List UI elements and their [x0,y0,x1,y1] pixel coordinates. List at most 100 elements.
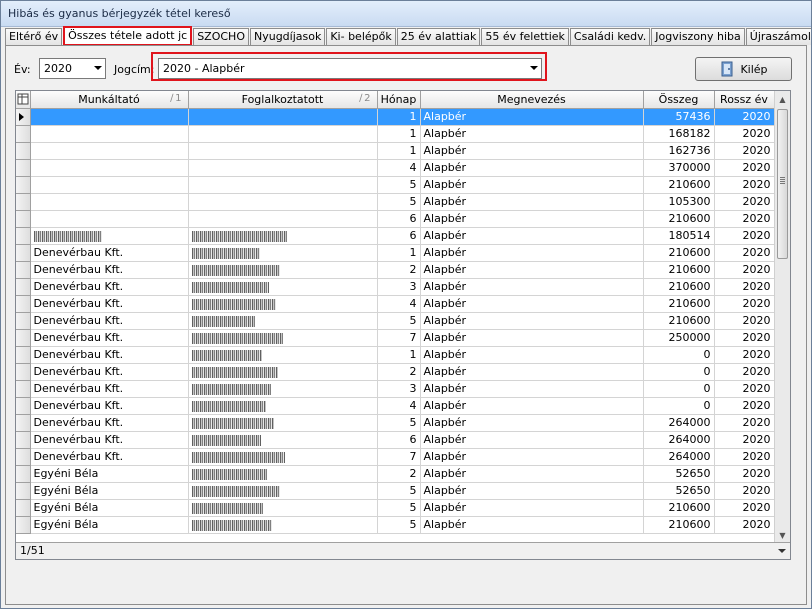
column-header-rossz-ev[interactable]: Rossz év [714,91,775,109]
cell-osszeg: 162736 [643,142,715,160]
table-row[interactable]: Denevérbau Kft. 1 Alapbér 210600 2020 [16,244,775,262]
table-row[interactable]: Denevérbau Kft. 1 Alapbér 0 2020 [16,346,775,364]
column-header-label: Foglalkoztatott [241,92,324,106]
tab-1[interactable]: Összes tétele adott jc [63,26,193,46]
column-header-foglalkoztatott[interactable]: Foglalkoztatott 2 ∕ [188,91,378,109]
row-selector[interactable] [16,499,31,517]
row-selector[interactable] [16,329,31,347]
row-selector[interactable] [16,125,31,143]
row-selector[interactable] [16,465,31,483]
table-row[interactable]: Denevérbau Kft. 3 Alapbér 0 2020 [16,380,775,398]
redacted-text [191,247,260,259]
cell-munkaltato: Denevérbau Kft. [30,380,189,398]
column-header-label: Munkáltató [78,92,140,106]
row-selector[interactable] [16,482,31,500]
tab-9[interactable]: Újraszámolandó [745,28,811,45]
row-selector[interactable] [16,448,31,466]
table-row[interactable]: Denevérbau Kft. 3 Alapbér 210600 2020 [16,278,775,296]
tab-4[interactable]: Ki- belépők [326,28,396,45]
table-row[interactable]: Denevérbau Kft. 2 Alapbér 0 2020 [16,363,775,381]
row-selector[interactable] [16,142,31,160]
cell-osszeg: 105300 [643,193,715,211]
grid-corner-icon[interactable] [16,91,31,109]
cell-munkaltato: Denevérbau Kft. [30,295,189,313]
table-row[interactable]: 1 Alapbér 168182 2020 [16,125,775,143]
column-header-osszeg[interactable]: Összeg [643,91,715,109]
row-selector[interactable] [16,227,31,245]
table-row[interactable]: 6 Alapbér 180514 2020 [16,227,775,245]
table-row[interactable]: Denevérbau Kft. 2 Alapbér 210600 2020 [16,261,775,279]
table-row[interactable]: Denevérbau Kft. 4 Alapbér 210600 2020 [16,295,775,313]
ev-select[interactable]: 2020 [39,58,106,79]
table-row[interactable]: Egyéni Béla 5 Alapbér 210600 2020 [16,499,775,517]
table-row[interactable]: 1 Alapbér 57436 2020 [16,108,775,126]
row-selector[interactable] [16,346,31,364]
cell-honap: 6 [377,431,421,449]
cell-megnevezes: Alapbér [420,176,644,194]
row-selector[interactable] [16,295,31,313]
cell-munkaltato: Denevérbau Kft. [30,312,189,330]
table-row[interactable]: Denevérbau Kft. 7 Alapbér 250000 2020 [16,329,775,347]
table-row[interactable]: 1 Alapbér 162736 2020 [16,142,775,160]
cell-rossz-ev: 2020 [714,448,775,466]
row-selector[interactable] [16,431,31,449]
cell-munkaltato [30,176,189,194]
row-selector[interactable] [16,414,31,432]
cell-osszeg: 210600 [643,516,715,534]
table-row[interactable]: Egyéni Béla 5 Alapbér 52650 2020 [16,482,775,500]
tab-3[interactable]: Nyugdíjasok [249,28,326,45]
data-grid[interactable]: Munkáltató 1 ∕ Foglalkoztatott 2 ∕ Hónap Megn… [15,90,791,560]
tab-7[interactable]: Családi kedv. [569,28,651,45]
row-selector[interactable] [16,397,31,415]
table-row[interactable]: 5 Alapbér 105300 2020 [16,193,775,211]
chevron-down-icon[interactable] [778,549,786,553]
tab-6[interactable]: 55 év felettiek [481,28,569,45]
cell-rossz-ev: 2020 [714,329,775,347]
row-selector[interactable] [16,363,31,381]
jogcim-select[interactable]: 2020 - Alapbér [158,58,542,79]
table-row[interactable]: Denevérbau Kft. 6 Alapbér 264000 2020 [16,431,775,449]
row-selector[interactable] [16,516,31,534]
scroll-up-icon[interactable]: ▲ [775,91,790,107]
scroll-thumb[interactable] [777,109,788,259]
column-header-munkaltato[interactable]: Munkáltató 1 ∕ [30,91,189,109]
row-selector[interactable] [16,176,31,194]
row-selector[interactable] [16,210,31,228]
row-selector[interactable] [16,380,31,398]
row-selector[interactable] [16,159,31,177]
cell-megnevezes: Alapbér [420,227,644,245]
vertical-scrollbar[interactable]: ▲ ▼ [774,91,790,543]
tab-2[interactable]: SZOCHO [193,28,249,45]
cell-osszeg: 210600 [643,210,715,228]
cell-osszeg: 370000 [643,159,715,177]
scroll-down-icon[interactable]: ▼ [775,527,790,543]
table-row[interactable]: Denevérbau Kft. 5 Alapbér 210600 2020 [16,312,775,330]
row-selector[interactable] [16,312,31,330]
row-selector[interactable] [16,261,31,279]
cell-honap: 5 [377,312,421,330]
cell-osszeg: 52650 [643,465,715,483]
tab-5[interactable]: 25 év alattiak [396,28,481,45]
table-row[interactable]: Denevérbau Kft. 5 Alapbér 264000 2020 [16,414,775,432]
cell-megnevezes: Alapbér [420,244,644,262]
cell-megnevezes: Alapbér [420,278,644,296]
table-row[interactable]: 6 Alapbér 210600 2020 [16,210,775,228]
row-selector[interactable] [16,108,31,126]
row-selector[interactable] [16,278,31,296]
tab-0[interactable]: Eltérő év [5,28,63,45]
column-header-honap[interactable]: Hónap [377,91,421,109]
table-row[interactable]: Denevérbau Kft. 7 Alapbér 264000 2020 [16,448,775,466]
chevron-down-icon [94,66,102,70]
column-header-label: Megnevezés [497,92,566,106]
redacted-text [191,230,287,242]
exit-button[interactable]: Kilép [695,57,792,81]
tab-8[interactable]: Jogviszony hiba [651,28,745,45]
table-row[interactable]: 5 Alapbér 210600 2020 [16,176,775,194]
row-selector[interactable] [16,193,31,211]
row-selector[interactable] [16,244,31,262]
table-row[interactable]: 4 Alapbér 370000 2020 [16,159,775,177]
table-row[interactable]: Egyéni Béla 5 Alapbér 210600 2020 [16,516,775,534]
table-row[interactable]: Denevérbau Kft. 4 Alapbér 0 2020 [16,397,775,415]
table-row[interactable]: Egyéni Béla 2 Alapbér 52650 2020 [16,465,775,483]
column-header-megnevezes[interactable]: Megnevezés [420,91,644,109]
